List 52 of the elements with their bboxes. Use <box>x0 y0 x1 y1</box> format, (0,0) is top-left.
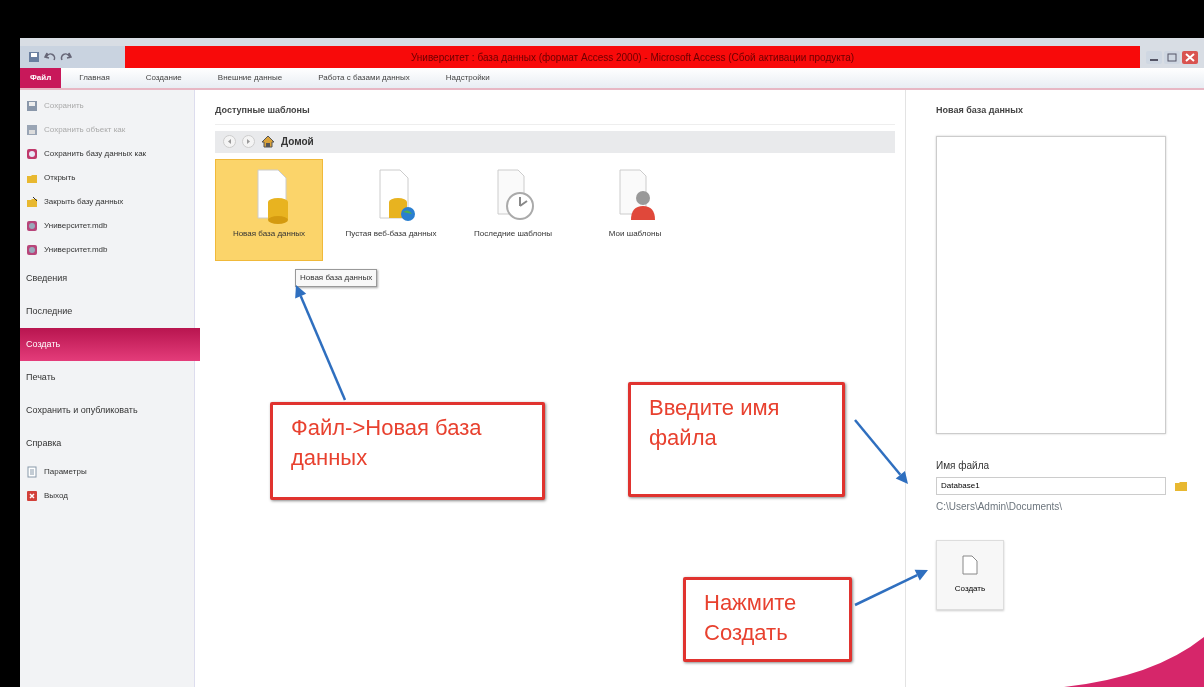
sidebar-item[interactable]: Университет.mdb <box>20 214 194 238</box>
sidebar-item[interactable]: Закрыть базу данных <box>20 190 194 214</box>
document-icon <box>962 554 978 575</box>
section-heading: Доступные шаблоны <box>215 104 895 125</box>
sidebar-item[interactable]: Сохранить базу данных как <box>20 142 194 166</box>
breadcrumb-label[interactable]: Домой <box>281 134 314 149</box>
sidebar-tab[interactable]: Сохранить и опубликовать <box>20 394 194 427</box>
back-button[interactable] <box>223 135 236 148</box>
file-path: C:\Users\Admin\Documents\ <box>936 499 1064 514</box>
save-icon[interactable] <box>28 51 40 63</box>
sidebar-tab[interactable]: Последние <box>20 295 194 328</box>
create-button[interactable]: Создать <box>936 539 1004 610</box>
ribbon-tab[interactable]: Работа с базами данных <box>300 68 428 88</box>
window-title: Университет : база данных (формат Access 2000) - Microsoft Access (Сбой активации продукта) <box>125 46 1140 68</box>
close-button[interactable] <box>1182 50 1198 64</box>
file-name-field[interactable]: Database1 <box>936 476 1166 495</box>
ribbon-tab[interactable]: Надстройки <box>427 68 508 88</box>
template-tile[interactable]: Пустая веб-база данных <box>337 158 445 261</box>
exit-icon <box>26 490 38 502</box>
callout: Файл->Новая база данных <box>270 402 545 500</box>
folder-icon <box>26 196 38 208</box>
field-label: Имя файла <box>936 458 991 473</box>
ribbon-tab[interactable]: Внешние данные <box>199 68 301 88</box>
template-tile[interactable]: Последние шаблоны <box>459 158 567 261</box>
database-icon <box>26 148 38 160</box>
panel-heading: Новая база данных <box>936 104 1024 117</box>
template-tile[interactable]: Новая база данных <box>215 158 323 261</box>
ribbon-tab[interactable]: Файл <box>20 68 62 88</box>
sidebar-item[interactable]: Параметры <box>20 460 194 484</box>
sidebar-tab[interactable]: Создать <box>20 328 200 361</box>
sidebar-item[interactable]: Выход <box>20 484 194 508</box>
sidebar-item[interactable]: Университет.mdb <box>20 238 194 262</box>
forward-button[interactable] <box>242 135 255 148</box>
document-icon <box>26 466 38 478</box>
undo-icon[interactable] <box>44 51 56 63</box>
folder-icon <box>26 172 38 184</box>
arrow <box>854 419 908 484</box>
redo-icon[interactable] <box>60 51 72 63</box>
template-tile[interactable]: Мои шаблоны <box>581 158 689 261</box>
tooltip: Новая база данных <box>295 268 378 287</box>
sidebar-tab[interactable]: Справка <box>20 427 194 460</box>
ribbon-tab[interactable]: Главная <box>61 68 128 88</box>
database-icon <box>26 244 38 256</box>
ribbon-tab[interactable]: Создание <box>127 68 200 88</box>
callout: Нажмите Создать <box>683 577 852 662</box>
database-icon <box>26 220 38 232</box>
home-icon[interactable] <box>261 135 275 148</box>
callout: Введите имя файла <box>628 382 845 497</box>
sidebar-item[interactable]: Открыть <box>20 166 194 190</box>
minimize-button[interactable] <box>1146 50 1162 64</box>
sidebar-tab[interactable]: Сведения <box>20 262 194 295</box>
sidebar-tab[interactable]: Печать <box>20 361 194 394</box>
